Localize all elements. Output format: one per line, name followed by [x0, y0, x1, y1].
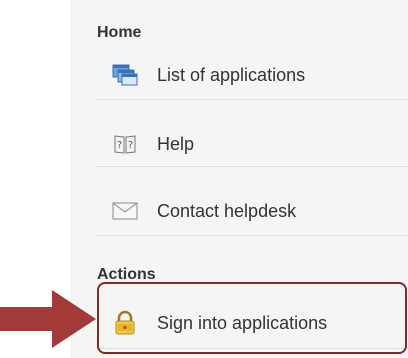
- pointer-arrow-icon: [0, 290, 96, 348]
- divider: [97, 99, 408, 100]
- menu-item-list-of-applications[interactable]: List of applications: [97, 48, 408, 102]
- svg-text:?: ?: [117, 140, 122, 151]
- menu-item-help[interactable]: ? ? Help: [97, 117, 408, 171]
- divider: [97, 235, 408, 236]
- help-book-icon: ? ?: [111, 130, 139, 158]
- windows-stack-icon: [111, 61, 139, 89]
- section-title-home: Home: [97, 24, 142, 41]
- menu-item-label: Help: [157, 133, 195, 154]
- highlight-box: [97, 282, 407, 354]
- envelope-icon: [111, 197, 139, 225]
- menu-item-contact-helpdesk[interactable]: Contact helpdesk: [97, 184, 408, 238]
- divider: [97, 166, 408, 167]
- svg-text:?: ?: [128, 140, 133, 151]
- menu-item-label: Contact helpdesk: [157, 200, 297, 221]
- menu-item-label: List of applications: [157, 64, 306, 85]
